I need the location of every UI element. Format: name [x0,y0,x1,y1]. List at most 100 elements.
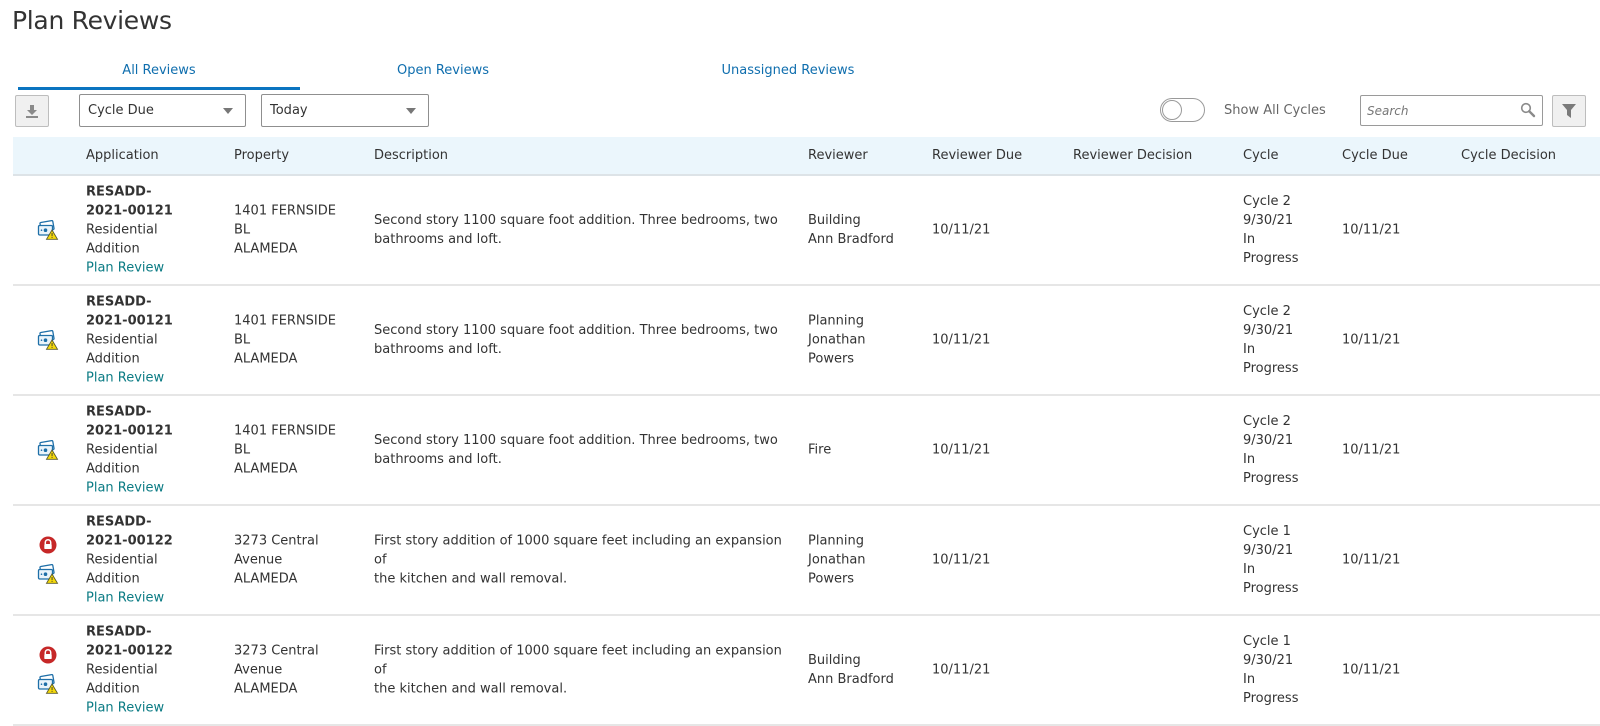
application-cell: RESADD- 2021-00121 Residential Addition … [86,293,216,388]
application-type: Residential [86,442,158,458]
cycle-status: In [1243,342,1256,357]
cycle-due-cell: 10/11/21 [1342,662,1401,678]
column-header-cycle-due[interactable]: Cycle Due [1342,137,1408,176]
property-city: ALAMEDA [234,571,298,587]
application-id: RESADD- [86,294,152,310]
reviewer-department: Planning [808,533,864,549]
reviewer-name-cont: Powers [808,351,855,367]
table-row[interactable]: RESADD- 2021-00121 Residential Addition … [13,396,1600,506]
description-line: bathrooms and loft. [374,452,502,467]
cycle-number: Cycle 2 [1243,194,1291,209]
cycle-date: 9/30/21 [1243,323,1294,338]
table-row[interactable]: RESADD- 2021-00121 Residential Addition … [13,286,1600,396]
column-header-reviewer[interactable]: Reviewer [808,137,868,176]
cycle-cell: Cycle 1 9/30/21 In Progress [1243,632,1313,708]
reviewer-cell: Building Ann Bradford [808,211,918,249]
lock-icon [39,646,57,664]
chevron-down-icon [223,108,233,114]
row-status-icons [33,646,63,694]
search-icon[interactable] [1520,102,1536,118]
application-cell: RESADD- 2021-00121 Residential Addition … [86,183,216,278]
property-line: BL [234,222,251,238]
application-id: RESADD- [86,514,152,530]
table-row[interactable]: RESADD- 2021-00122 Residential Addition … [13,616,1600,726]
reviewer-department: Planning [808,313,864,329]
cycle-status-cont: Progress [1243,581,1299,596]
filter-button[interactable] [1552,95,1586,127]
column-header-property[interactable]: Property [234,137,289,176]
property-cell: 1401 FERNSIDE BL ALAMEDA [234,202,364,259]
application-id-number: 2021-00122 [86,643,173,659]
application-id-number: 2021-00121 [86,423,173,439]
reviewer-cell: Planning Jonathan Powers [808,312,918,369]
property-cell: 1401 FERNSIDE BL ALAMEDA [234,422,364,479]
property-city: ALAMEDA [234,351,298,367]
show-all-cycles-toggle[interactable] [1160,98,1205,122]
download-button[interactable] [15,95,49,127]
application-subtype: Addition [86,461,140,477]
description-cell: First story addition of 1000 square feet… [374,532,794,589]
column-header-description[interactable]: Description [374,137,448,176]
column-header-cycle-decision[interactable]: Cycle Decision [1461,137,1556,176]
download-icon [26,105,38,118]
table-row[interactable]: RESADD- 2021-00121 Residential Addition … [13,176,1600,286]
cycle-number: Cycle 2 [1243,304,1291,319]
table-header: Application Property Description Reviewe… [13,137,1600,176]
description-line: First story addition of 1000 square feet… [374,643,782,678]
reviewer-department: Fire [808,442,832,458]
date-range-select-value: Today [270,103,308,118]
reviewer-name: Jonathan [808,332,866,348]
column-header-application[interactable]: Application [86,137,159,176]
search-input[interactable] [1361,96,1511,125]
column-header-cycle[interactable]: Cycle [1243,137,1279,176]
cycle-due-cell: 10/11/21 [1342,552,1401,568]
plan-review-link[interactable]: Plan Review [86,369,216,388]
cycle-date: 9/30/21 [1243,213,1294,228]
application-cell: RESADD- 2021-00121 Residential Addition … [86,403,216,498]
chevron-down-icon [406,108,416,114]
application-id-number: 2021-00121 [86,203,173,219]
toggle-knob [1162,100,1182,120]
cycle-status: In [1243,672,1256,687]
row-status-icons [33,536,63,584]
property-line: 3273 Central [234,643,319,659]
plan-review-link[interactable]: Plan Review [86,259,216,278]
description-line: bathrooms and loft. [374,232,502,247]
application-cell: RESADD- 2021-00122 Residential Addition … [86,623,216,718]
date-range-select[interactable]: Today [261,94,429,127]
column-header-reviewer-due[interactable]: Reviewer Due [932,137,1022,176]
date-field-select[interactable]: Cycle Due [79,94,246,127]
cycle-status-cont: Progress [1243,471,1299,486]
table-row[interactable]: RESADD- 2021-00122 Residential Addition … [13,506,1600,616]
reviewer-due-cell: 10/11/21 [932,662,991,678]
cycle-due-cell: 10/11/21 [1342,442,1401,458]
column-header-reviewer-decision[interactable]: Reviewer Decision [1073,137,1192,176]
cycle-status: In [1243,562,1256,577]
plan-review-link[interactable]: Plan Review [86,479,216,498]
reviewer-due-cell: 10/11/21 [932,552,991,568]
plan-review-link[interactable]: Plan Review [86,699,216,718]
property-line: 1401 FERNSIDE [234,313,336,329]
application-cell: RESADD- 2021-00122 Residential Addition … [86,513,216,608]
application-subtype: Addition [86,241,140,257]
cycle-status: In [1243,232,1256,247]
reviewer-name: Ann Bradford [808,232,894,247]
plan-review-warning-icon [37,330,59,350]
tab-all-reviews[interactable]: All Reviews [18,56,300,90]
property-line: 1401 FERNSIDE [234,203,336,219]
cycle-number: Cycle 1 [1243,524,1291,539]
application-type: Residential [86,222,158,238]
application-id-number: 2021-00121 [86,313,173,329]
filter-icon [1562,104,1576,118]
tab-open-reviews[interactable]: Open Reviews [300,56,586,90]
tab-unassigned-reviews[interactable]: Unassigned Reviews [618,56,958,90]
property-line: BL [234,442,251,458]
row-status-icons [33,440,63,460]
cycle-status-cont: Progress [1243,251,1299,266]
description-line: the kitchen and wall removal. [374,571,568,587]
property-cell: 3273 Central Avenue ALAMEDA [234,642,364,699]
plan-review-warning-icon [37,220,59,240]
plan-review-link[interactable]: Plan Review [86,589,216,608]
reviewer-cell: Fire [808,441,918,460]
cycle-due-cell: 10/11/21 [1342,332,1401,348]
